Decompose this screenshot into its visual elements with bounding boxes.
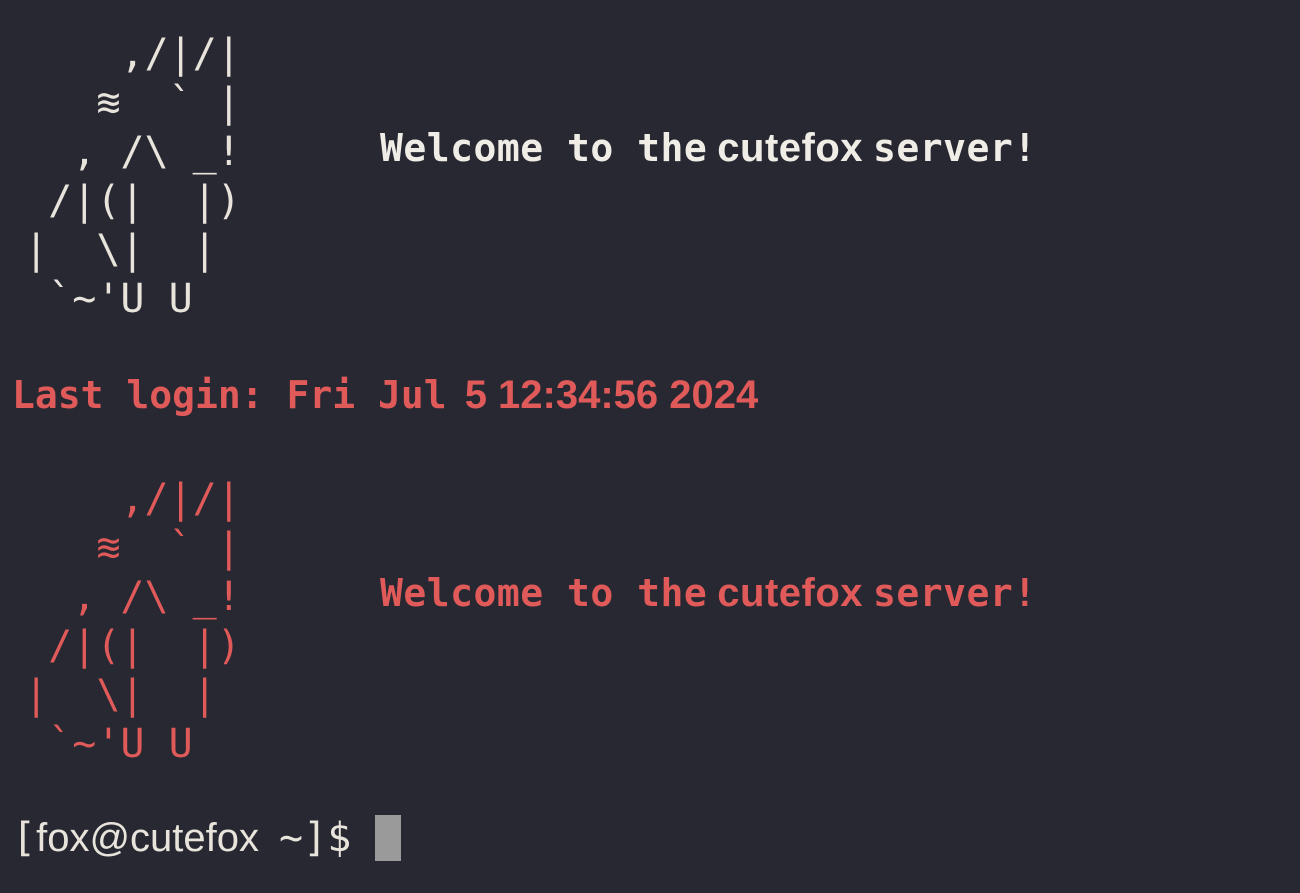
welcome-message: Welcome to the cutefox server! [380,126,1037,171]
last-login-datetime: 5 12:34:56 2024 [464,373,759,417]
prompt-path: ~]$ [279,815,352,861]
fox-ascii-art: ,/|/| ≋ ` | , /\ _! /|(| |) | \| | `~'U … [0,475,241,769]
server-hostname: cutefox [717,126,864,170]
welcome-suffix: server! [873,571,1037,615]
art-line: `~'U U [0,276,193,322]
last-login-line: Last login: Fri Jul 5 12:34:56 2024 [12,373,758,418]
welcome-prefix: Welcome to the [380,126,708,170]
welcome-prefix: Welcome to the [380,571,708,615]
prompt-user-host: fox@cutefox [36,815,260,860]
fox-ascii-art: ,/|/| ≋ ` | , /\ _! /|(| |) | \| | `~'U … [0,30,241,324]
last-login-label: Last login: Fri Jul [12,373,447,417]
art-line: `~'U U [0,721,193,767]
text-cursor[interactable] [375,815,402,861]
welcome-message: Welcome to the cutefox server! [380,571,1037,616]
art-line: ≋ ` | [0,525,241,571]
shell-prompt[interactable]: [fox@cutefox ~]$ [12,815,402,861]
art-line: | \| | [0,672,217,718]
art-line: ≋ ` | [0,80,241,126]
server-hostname: cutefox [717,571,864,615]
art-line: /|(| |) [0,178,241,224]
art-line: ,/|/| [0,476,241,522]
welcome-suffix: server! [873,126,1037,170]
art-line: ,/|/| [0,31,241,77]
terminal-window[interactable]: ,/|/| ≋ ` | , /\ _! /|(| |) | \| | `~'U … [0,0,1300,893]
art-line: /|(| |) [0,623,241,669]
art-line: , /\ _! [0,129,241,175]
art-line: , /\ _! [0,574,241,620]
prompt-open-bracket: [ [12,815,37,861]
art-line: | \| | [0,227,217,273]
